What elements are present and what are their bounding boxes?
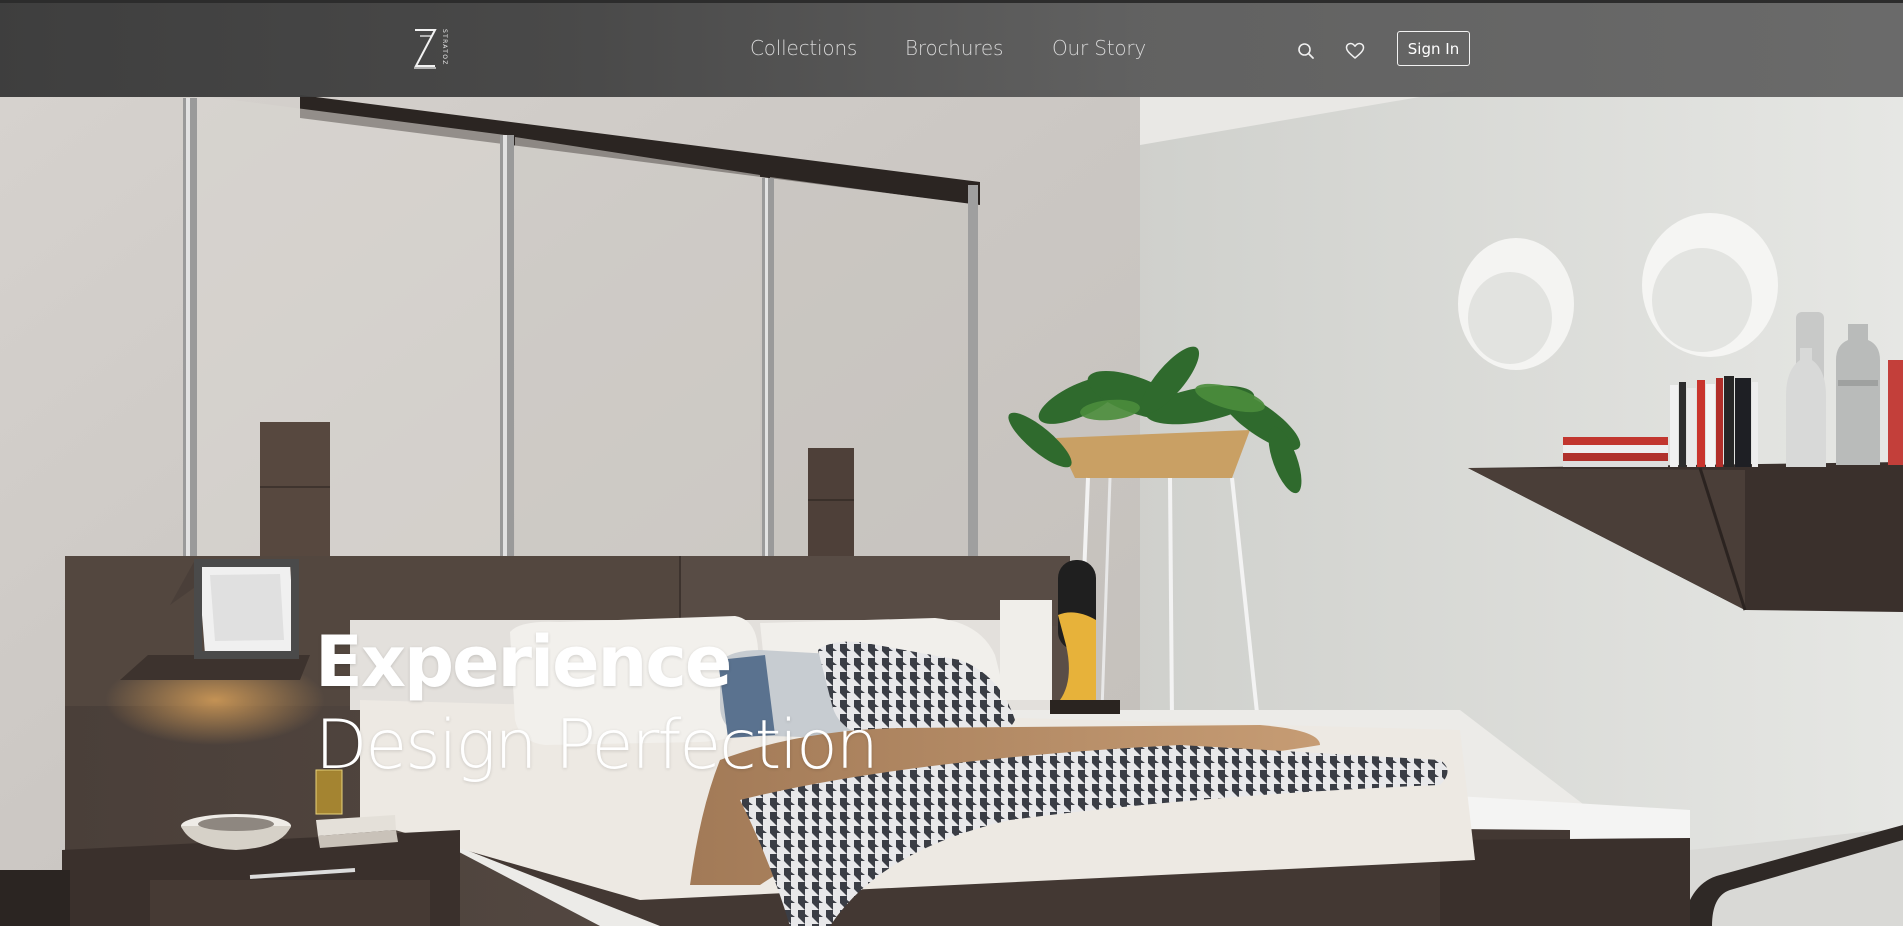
nav-our-story-link[interactable]: Our Story — [1052, 36, 1146, 60]
heart-icon — [1345, 42, 1365, 59]
brand-logo[interactable]: STRATOZ — [412, 28, 454, 72]
logo-z-icon — [414, 29, 437, 69]
hero-subtitle: Design Perfection — [315, 706, 879, 785]
hero-title: Experience — [315, 621, 732, 703]
hero-headline: Experience Design Perfection — [315, 620, 879, 788]
page: STRATOZ Collections Brochures Our Story … — [0, 0, 1903, 926]
logo-wordmark: STRATOZ — [441, 29, 448, 66]
hero-background-image — [0, 0, 1903, 926]
nav-brochures-link[interactable]: Brochures — [905, 36, 1003, 60]
nav-collections-link[interactable]: Collections — [750, 36, 857, 60]
wishlist-button[interactable] — [1345, 42, 1367, 64]
search-icon — [1298, 43, 1314, 59]
site-header: STRATOZ Collections Brochures Our Story … — [0, 0, 1903, 97]
sign-in-button[interactable]: Sign In — [1397, 31, 1470, 66]
search-button[interactable] — [1297, 42, 1319, 64]
top-border — [0, 0, 1903, 3]
bedroom-scene-illustration — [0, 90, 1903, 926]
